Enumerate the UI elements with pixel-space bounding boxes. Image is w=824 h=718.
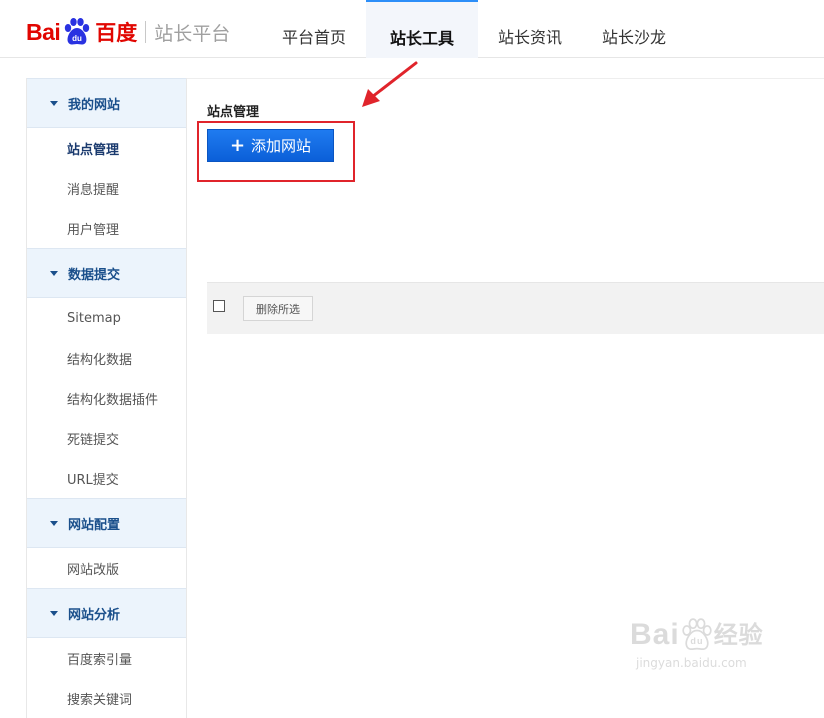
annotation-arrow-icon bbox=[362, 61, 418, 107]
watermark-text-du: du bbox=[690, 636, 703, 646]
nav-home[interactable]: 平台首页 bbox=[262, 0, 366, 58]
top-header: Bai du 百度 站长平台 平台首页 站长工具 站长资讯 站长沙龙 bbox=[0, 0, 824, 58]
watermark-url: jingyan.baidu.com bbox=[636, 656, 747, 670]
sidebar-group-data-submission[interactable]: 数据提交 bbox=[27, 248, 186, 298]
sidebar-group-site-config[interactable]: 网站配置 bbox=[27, 498, 186, 548]
watermark-text-bai: Bai bbox=[630, 618, 680, 651]
sidebar: 我的网站 站点管理 消息提醒 用户管理 数据提交 Sitemap 结构化数据 结… bbox=[26, 78, 187, 718]
platform-name: 站长平台 bbox=[154, 22, 231, 45]
main-content: 站点管理 + 添加网站 删除所选 bbox=[187, 78, 824, 709]
baidu-logo[interactable]: Bai du 百度 站长平台 bbox=[26, 12, 230, 52]
sidebar-group-label: 我的网站 bbox=[68, 97, 121, 113]
caret-down-icon bbox=[50, 610, 58, 616]
delete-selected-button[interactable]: 删除所选 bbox=[243, 296, 313, 321]
sidebar-item-structured-data[interactable]: 结构化数据 bbox=[27, 338, 186, 378]
caret-down-icon bbox=[50, 520, 58, 526]
top-nav: 平台首页 站长工具 站长资讯 站长沙龙 bbox=[262, 0, 686, 58]
plus-icon: + bbox=[229, 134, 246, 156]
page-title: 站点管理 bbox=[207, 105, 260, 120]
sidebar-item-site-revision[interactable]: 网站改版 bbox=[27, 548, 186, 588]
logo-divider bbox=[145, 21, 147, 43]
sidebar-item-index-volume[interactable]: 百度索引量 bbox=[27, 638, 186, 678]
sidebar-item-structured-data-plugin[interactable]: 结构化数据插件 bbox=[27, 378, 186, 418]
baidu-paw-icon: du bbox=[62, 17, 92, 47]
sidebar-item-dead-link-submit[interactable]: 死链提交 bbox=[27, 418, 186, 458]
sidebar-group-label: 数据提交 bbox=[68, 267, 121, 283]
sidebar-item-sitemap[interactable]: Sitemap bbox=[27, 298, 186, 338]
sidebar-item-message-reminder[interactable]: 消息提醒 bbox=[27, 168, 186, 208]
watermark-logo: Bai du 经验 bbox=[630, 618, 810, 652]
nav-webmaster-salon[interactable]: 站长沙龙 bbox=[582, 0, 686, 58]
sidebar-item-site-management[interactable]: 站点管理 bbox=[27, 128, 186, 168]
sidebar-group-site-analytics[interactable]: 网站分析 bbox=[27, 588, 186, 638]
caret-down-icon bbox=[50, 100, 58, 106]
sidebar-item-user-management[interactable]: 用户管理 bbox=[27, 208, 186, 248]
sidebar-item-search-keywords[interactable]: 搜索关键词 bbox=[27, 678, 186, 718]
sidebar-group-my-sites[interactable]: 我的网站 bbox=[27, 78, 186, 128]
watermark-text-cn: 经验 bbox=[713, 621, 764, 649]
baidu-jingyan-watermark: Bai du 经验 jingyan.baidu.com bbox=[630, 618, 810, 688]
add-site-button-label: 添加网站 bbox=[251, 137, 312, 155]
caret-down-icon bbox=[50, 270, 58, 276]
sidebar-item-url-submit[interactable]: URL提交 bbox=[27, 458, 186, 498]
table-toolbar: 删除所选 bbox=[207, 282, 824, 334]
watermark-paw-icon: du bbox=[680, 618, 714, 652]
logo-text-bai: Bai bbox=[26, 18, 61, 45]
logo-text-cn: 百度 bbox=[95, 21, 138, 45]
add-site-button[interactable]: + 添加网站 bbox=[207, 129, 334, 162]
sidebar-group-label: 网站配置 bbox=[68, 517, 121, 533]
logo-text-du: du bbox=[72, 34, 82, 43]
nav-webmaster-news[interactable]: 站长资讯 bbox=[478, 0, 582, 58]
sidebar-group-label: 网站分析 bbox=[68, 607, 121, 623]
nav-webmaster-tools[interactable]: 站长工具 bbox=[366, 0, 479, 58]
select-all-checkbox[interactable] bbox=[213, 300, 225, 312]
